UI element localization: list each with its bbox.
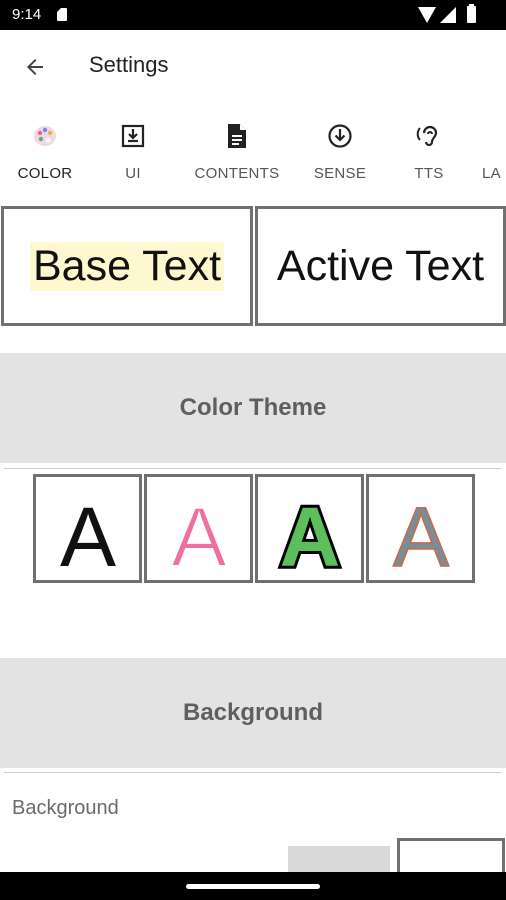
tab-tts[interactable]: TTS [396, 103, 462, 205]
ear-icon [414, 121, 444, 151]
divider [4, 468, 502, 469]
battery-icon [467, 4, 476, 23]
theme-swatch-2[interactable]: A [144, 474, 253, 583]
home-gesture-handle[interactable] [186, 884, 320, 889]
theme-letter: A [170, 490, 226, 574]
page-title: Settings [89, 52, 169, 77]
wifi-icon [418, 7, 436, 23]
tab-label: LA [482, 165, 501, 182]
tab-sense[interactable]: SENSE [302, 103, 378, 205]
tab-label: CONTENTS [194, 165, 280, 182]
theme-letter: A [392, 490, 448, 574]
tab-label: SENSE [313, 165, 367, 182]
tab-bar: COLOR UI CONTENTS SENSE TTS LA [0, 103, 506, 205]
background-setting-label: Background [12, 797, 119, 819]
tab-label: TTS [414, 165, 444, 182]
divider [4, 772, 502, 773]
tab-ui[interactable]: UI [90, 103, 176, 205]
tab-label: COLOR [17, 165, 73, 182]
background-swatch-gray[interactable] [288, 846, 390, 874]
theme-swatch-4[interactable]: A [366, 474, 475, 583]
arrow-back-icon [27, 59, 43, 75]
sd-card-icon [57, 8, 67, 21]
color-theme-header: Color Theme [0, 353, 506, 463]
document-icon [222, 121, 252, 151]
theme-swatch-3[interactable]: A [255, 474, 364, 583]
theme-letter: A [59, 490, 115, 574]
navigation-bar [0, 872, 506, 900]
base-text-sample: Base Text [29, 241, 225, 291]
tab-partial[interactable]: LA [482, 103, 506, 205]
section-title: Color Theme [179, 394, 327, 421]
palette-icon [30, 121, 60, 151]
status-bar: 9:14 [0, 0, 506, 30]
tab-contents[interactable]: CONTENTS [188, 103, 286, 205]
active-text-preview[interactable]: Active Text [255, 206, 506, 326]
app-bar: Settings [0, 30, 506, 102]
theme-swatch-1[interactable]: A [33, 474, 142, 583]
theme-letter: A [279, 490, 340, 574]
background-header: Background [0, 658, 506, 768]
download-box-icon [118, 121, 148, 151]
cell-signal-icon [440, 7, 456, 23]
section-title: Background [182, 699, 323, 726]
active-text-sample: Active Text [276, 241, 485, 290]
tab-label: UI [125, 165, 141, 182]
status-time: 9:14 [12, 6, 42, 23]
back-button[interactable] [18, 50, 52, 84]
arrow-circle-down-icon [325, 121, 355, 151]
base-text-preview[interactable]: Base Text [1, 206, 253, 326]
tab-color[interactable]: COLOR [0, 103, 90, 205]
